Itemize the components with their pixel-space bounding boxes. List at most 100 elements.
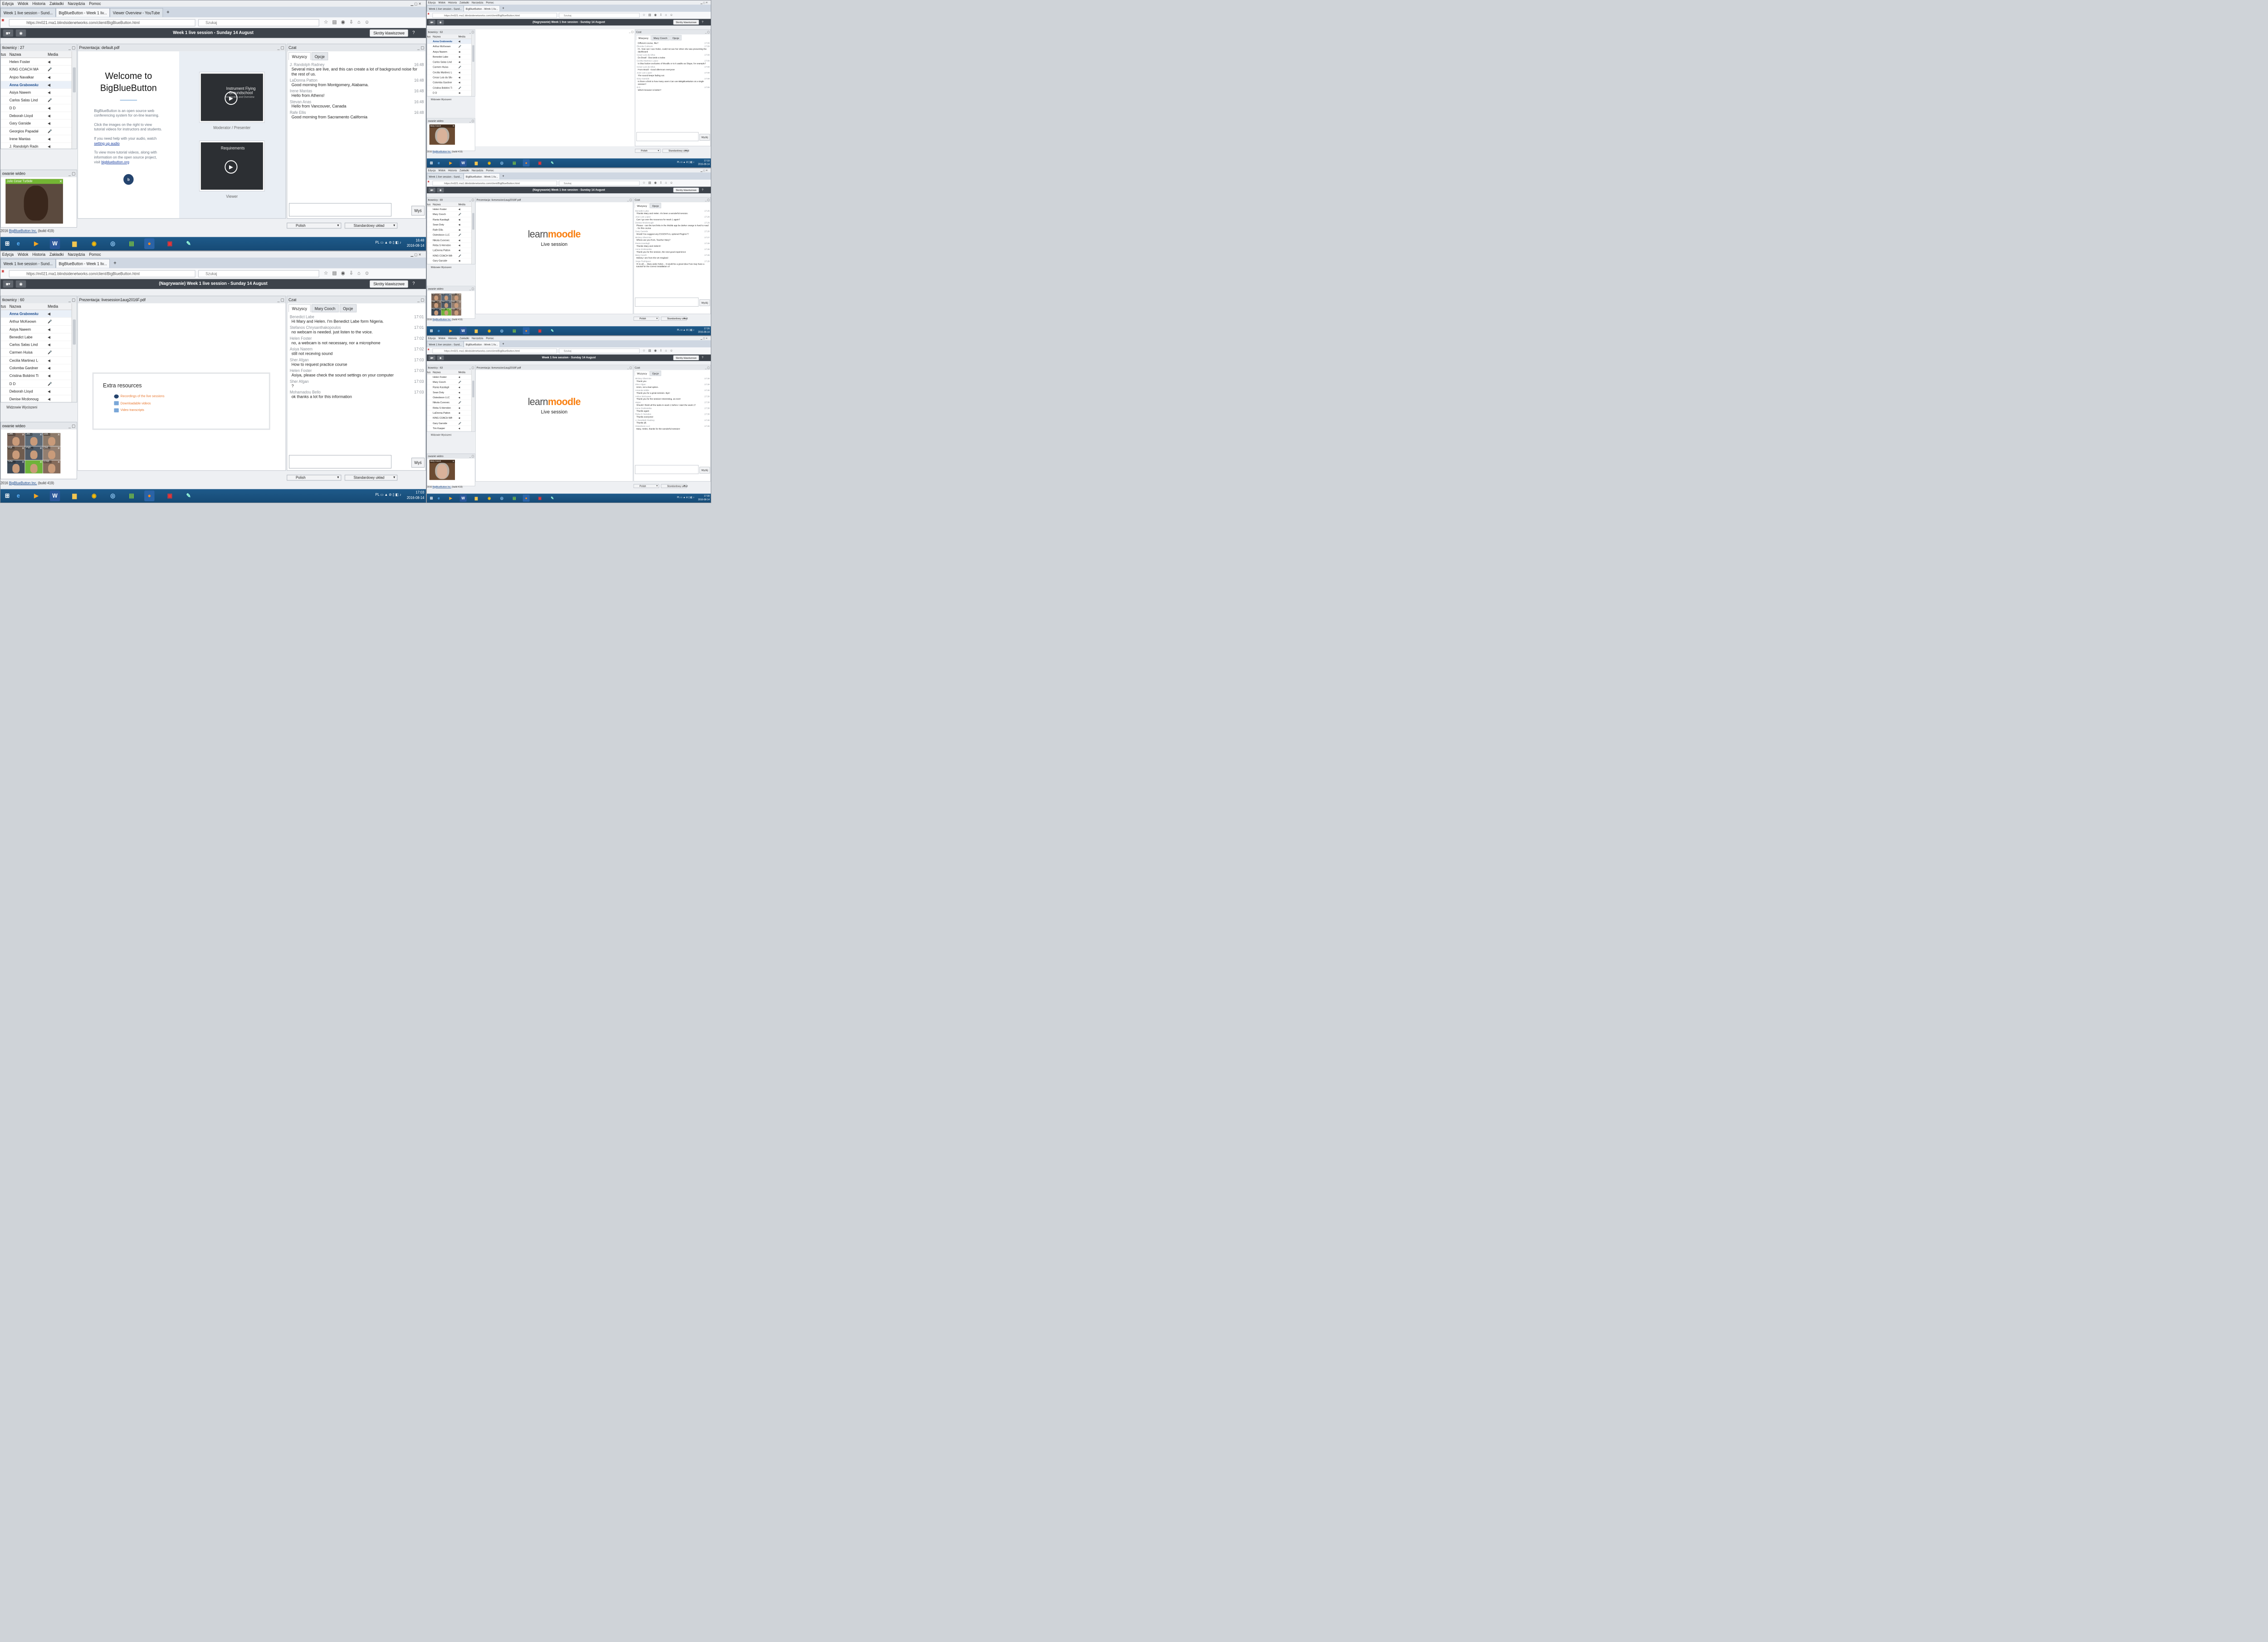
user-row[interactable]: LaDonna Patton ◀ (427, 248, 472, 254)
user-row[interactable]: Nikola Cvorovic ◀ (427, 238, 472, 243)
close-icon[interactable]: ✕ (58, 433, 60, 437)
speaker-icon[interactable]: ◀ (458, 406, 460, 410)
save-app-icon[interactable]: ▣ (537, 159, 543, 166)
panel-window-icons[interactable]: _ ▢ (629, 29, 634, 34)
close-icon[interactable]: ✕ (22, 433, 24, 437)
user-row[interactable]: Cristina Boldrini Ti 🎤 (427, 85, 472, 91)
user-row[interactable]: Benedict Labe ◀ (427, 54, 472, 60)
col-status[interactable]: tus (1, 303, 10, 310)
new-tab-button[interactable]: + (502, 340, 504, 347)
user-row[interactable]: Mary Cooch 🎤 (427, 380, 472, 385)
browser-tab[interactable]: Viewer Overview - YouTube (110, 8, 163, 17)
user-row[interactable]: Rania Kasdagli ◀ (427, 217, 472, 222)
users-scrollbar[interactable] (471, 370, 475, 432)
speaker-icon[interactable]: ◀ (458, 375, 460, 380)
menu-edit[interactable]: Edycja (2, 251, 14, 258)
tab-chat-options[interactable]: Opcje (650, 203, 661, 209)
tutorial-thumbnail[interactable]: Instrument Flying Groundschool Introduct… (199, 72, 265, 123)
folder-icon[interactable]: ▆ (69, 490, 80, 501)
scroll-thumb[interactable] (472, 213, 474, 230)
browser-tab[interactable]: Week 1 live session - Sund... (427, 341, 464, 347)
help-button[interactable]: ? (411, 280, 416, 288)
webcam-tile[interactable]: Rob... ✕ (441, 308, 451, 316)
user-row[interactable]: KING COACH MAUD ◀ (427, 415, 472, 421)
toolbar-icons[interactable]: ☆▤◉⇩⌂☺ (643, 181, 676, 185)
panel-window-icons[interactable]: _ ▢ (68, 422, 75, 430)
shortcut-keys-button[interactable]: Skróty klawiszowe (673, 187, 699, 193)
word-icon[interactable]: W (459, 159, 467, 167)
search-box[interactable]: Szukaj (559, 348, 640, 354)
clock[interactable]: 17:30 2016-08-14 (698, 494, 710, 502)
col-media[interactable]: Media (48, 303, 58, 310)
tab-chat-options[interactable]: Opcje (311, 52, 328, 60)
close-icon[interactable]: ✕ (439, 308, 441, 311)
speaker-icon[interactable]: ◀ (458, 258, 460, 263)
browser-tab[interactable]: BigBlueButton - Week 1 liv... (55, 8, 110, 17)
menu-history[interactable]: Historia (32, 0, 45, 7)
user-row[interactable]: Helen Foster ◀ (427, 375, 472, 380)
close-icon[interactable]: ✕ (459, 301, 461, 303)
user-row[interactable]: Benedict Labe ◀ (0, 333, 72, 342)
close-icon[interactable]: ✕ (453, 124, 455, 127)
word-icon[interactable]: W (459, 494, 467, 502)
user-row[interactable]: Helen Foster ◀ (0, 58, 72, 66)
webcam-tile[interactable]: ✕ (25, 460, 43, 474)
firefox-home-icon[interactable]: ◙ (428, 12, 429, 15)
resource-link[interactable]: Recordings of the live sessions (114, 394, 259, 399)
user-row[interactable]: Arthur McKeown 🎤 (0, 318, 72, 326)
menu-view[interactable]: Widok (18, 0, 28, 7)
speaker-icon[interactable]: 🎤 (458, 421, 461, 426)
help-button[interactable]: ? (411, 29, 416, 37)
speaker-icon[interactable]: ◀ (458, 395, 460, 400)
presentation-slide[interactable]: learnmoodle Live session (475, 202, 633, 314)
close-icon[interactable]: ✕ (449, 293, 451, 296)
user-row[interactable]: Sean Doty ◀ (427, 390, 472, 395)
play-icon[interactable]: ▶ (225, 160, 238, 174)
user-row[interactable]: Mary Cooch 🎤 (427, 212, 472, 217)
bbb-inc-link[interactable]: BigBlueButton Inc. (433, 318, 451, 321)
speaker-icon[interactable]: 🎤 (458, 212, 461, 217)
firefox-home-icon[interactable]: ◙ (2, 269, 4, 274)
speaker-icon[interactable]: 🎤 (458, 65, 461, 70)
play-icon[interactable]: ▶ (225, 91, 238, 105)
browser-tab[interactable]: Week 1 live session - Sund... (0, 8, 56, 17)
close-icon[interactable]: ✕ (22, 447, 24, 450)
panel-window-icons[interactable]: _ ▢ (68, 296, 75, 303)
clock[interactable]: 16:48 2016-08-14 (407, 238, 424, 249)
tab-public-chat[interactable]: Wszyscy (636, 35, 651, 41)
close-icon[interactable]: ✕ (58, 460, 60, 464)
user-row[interactable]: Gary Garside ◀ (0, 120, 72, 128)
url-bar[interactable]: https://m021.rna1.blindsidenetworks.com/… (432, 181, 557, 186)
firefox-icon[interactable]: ● (144, 490, 155, 502)
menu-history[interactable]: Historia (448, 168, 457, 172)
close-icon[interactable]: ✕ (453, 460, 455, 463)
speaker-icon[interactable]: ◀ (458, 80, 460, 85)
circle-app-icon[interactable]: ◎ (108, 238, 118, 249)
tutorial-thumbnail[interactable]: Requirements ▶ (199, 140, 265, 192)
panel-window-icons[interactable]: _ ▢ (627, 197, 632, 202)
browser-tab[interactable]: Week 1 live session - Sund... (0, 259, 56, 268)
speaker-icon[interactable]: ◀ (458, 238, 460, 243)
firefox-icon[interactable]: ● (523, 159, 530, 167)
chrome-icon[interactable]: ◉ (486, 327, 493, 334)
chat-message-input[interactable] (288, 455, 392, 469)
close-icon[interactable]: ✕ (439, 293, 441, 296)
speaker-icon[interactable]: ◀ (48, 89, 50, 96)
panel-window-icons[interactable]: _ ▢ (68, 170, 75, 177)
chrome-icon[interactable]: ◉ (89, 490, 99, 501)
user-row[interactable]: J. Randolph Radne ◀ (1, 143, 72, 149)
media-player-icon[interactable]: ▶ (31, 238, 42, 249)
user-row[interactable]: Helen Foster ◀ (427, 207, 472, 212)
send-message-button[interactable]: Wyślij (699, 467, 710, 474)
send-message-button[interactable]: Wyślij (699, 299, 710, 306)
media-player-icon[interactable]: ▶ (31, 490, 42, 501)
folder-icon[interactable]: ▆ (473, 327, 479, 334)
menu-history[interactable]: Historia (32, 251, 45, 258)
menu-view[interactable]: Widok (438, 336, 445, 340)
hidden-webcams-label[interactable]: Widzowie Wyciszeni (6, 405, 37, 409)
chat-messages[interactable]: J. Randolph Radney 16:48 Several mics are… (288, 61, 425, 201)
user-row[interactable]: Gary Garside 🎤 (427, 421, 472, 426)
speaker-icon[interactable]: ◀ (458, 390, 460, 395)
webcam-tile[interactable]: Pan ✕ (431, 308, 441, 316)
user-row[interactable]: Carlos Salas Lind 🎤 (0, 97, 72, 105)
